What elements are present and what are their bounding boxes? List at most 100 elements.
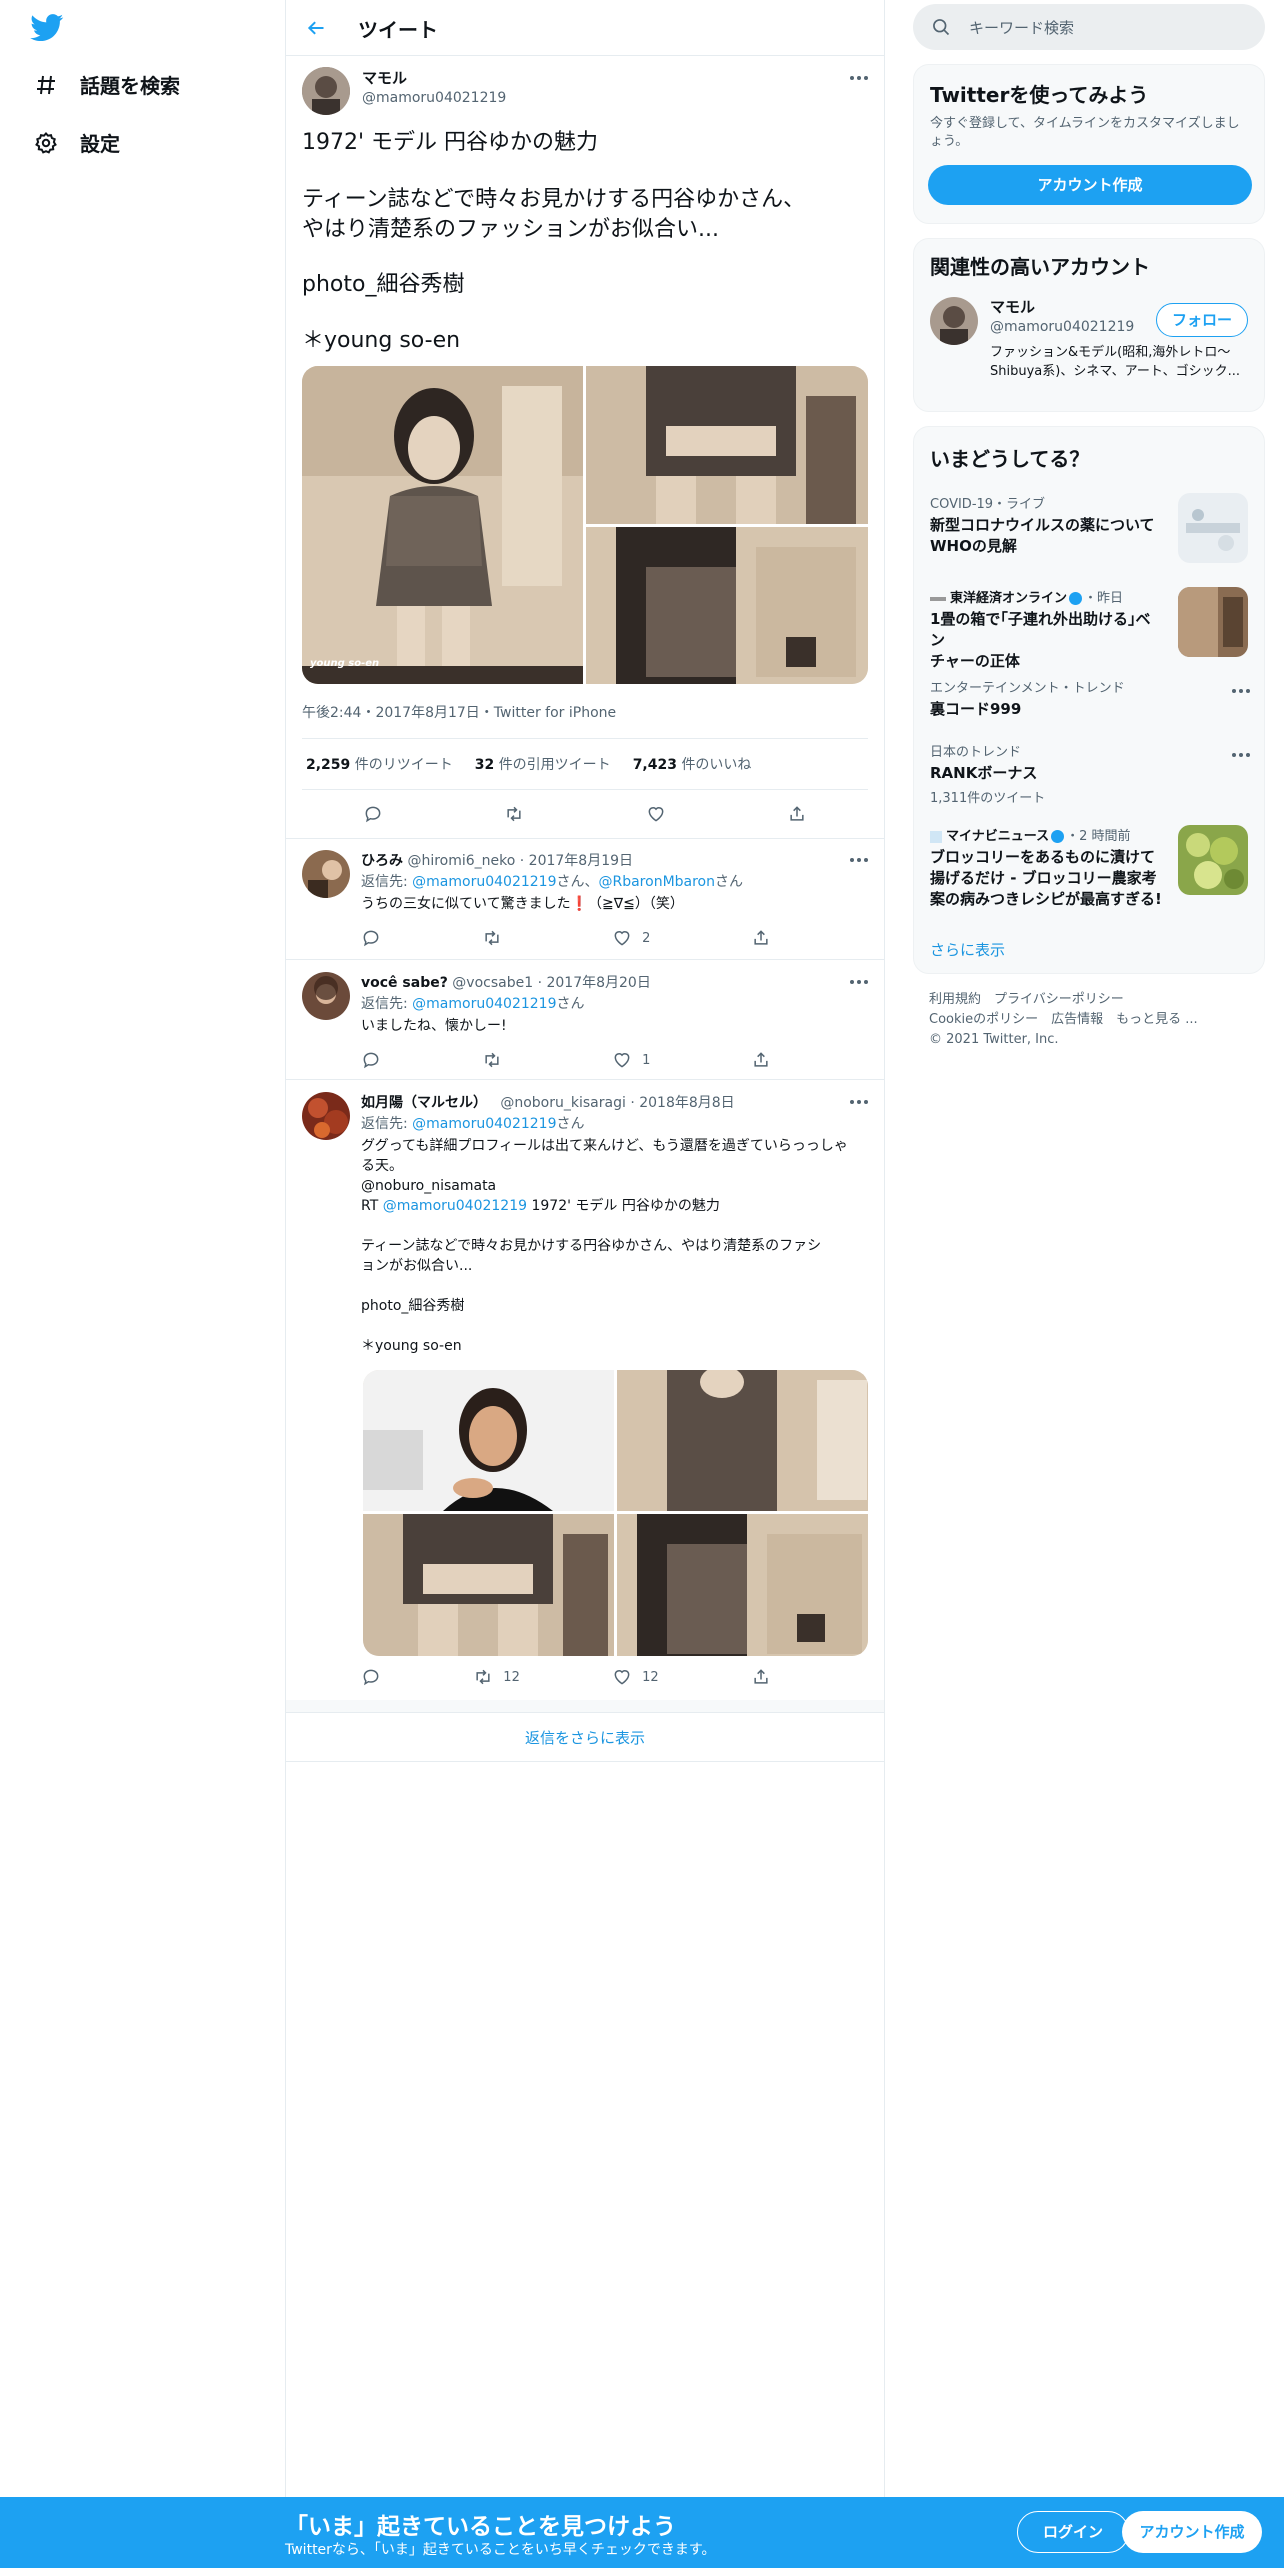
trend-4-context: 日本のトレンド	[930, 745, 1022, 760]
likes-stat[interactable]: 7,423 件のいいね	[633, 754, 752, 774]
relevant-user[interactable]: マモル @mamoru04021219	[990, 297, 1134, 337]
trend-3[interactable]: エンターテインメント・トレンド 裏コード999	[930, 677, 1250, 720]
signup-card: Twitterを使ってみよう 今すぐ登録して、タイムラインをカスタマイズしましょ…	[913, 64, 1265, 224]
login-button[interactable]: ログイン	[1017, 2511, 1129, 2553]
trend-4-count: 1,311件のツイート	[930, 791, 1046, 806]
relevant-bio: ファッション&モデル(昭和,海外レトロ〜Shibuya系)、シネマ、アート、ゴシ…	[990, 345, 1241, 379]
reply-2-mention[interactable]: @mamoru04021219	[412, 996, 556, 1012]
reply-icon	[363, 1669, 379, 1686]
reply-1-more-icon[interactable]	[848, 856, 870, 864]
reply-1-like-button[interactable]: 2	[612, 928, 650, 948]
reply-3[interactable]: 如月陽（マルセル） @noboru_kisaragi · 2018年8月8日 返…	[286, 1080, 884, 1700]
trend-2-thumbnail[interactable]	[1178, 587, 1248, 657]
reply-2-avatar[interactable]	[302, 972, 350, 1020]
show-more-replies-button[interactable]: 返信をさらに表示	[286, 1712, 884, 1762]
reply-1-retweet-button[interactable]	[482, 928, 512, 948]
reply-3-mention[interactable]: @mamoru04021219	[412, 1116, 556, 1132]
reply-2-more-icon[interactable]	[848, 978, 870, 986]
banner-subtitle: Twitterなら、「いま」起きていることをいち早くチェックできます。	[285, 2542, 716, 2558]
reply-2-suffix: さん	[556, 996, 585, 1012]
reply-3-retweet-button[interactable]: 12	[473, 1667, 520, 1687]
reply-2-prefix: 返信先:	[361, 996, 413, 1012]
reply-3-rt-prefix: RT	[361, 1198, 383, 1214]
trend-5-thumbnail[interactable]	[1178, 825, 1248, 895]
reply-2-like-button[interactable]: 1	[612, 1050, 650, 1070]
reply-3-actions: 12 12	[361, 1665, 851, 1689]
nav-explore-label: 話題を検索	[80, 74, 180, 98]
reply-1-share-button[interactable]	[751, 928, 771, 948]
share-button[interactable]	[787, 804, 807, 824]
search-bar[interactable]: キーワード検索	[913, 4, 1265, 50]
reply-3-photo-3[interactable]	[363, 1514, 614, 1656]
quotes-stat[interactable]: 32 件の引用ツイート	[475, 754, 611, 774]
tweet-photo-1[interactable]: young so-en	[302, 366, 583, 684]
tweet-timestamp[interactable]: 午後2:44・2017年8月17日・Twitter for iPhone	[302, 702, 616, 722]
trend-3-more-icon[interactable]	[1230, 687, 1252, 695]
trend-4-more-icon[interactable]	[1230, 751, 1252, 759]
author-block[interactable]: マモル @mamoru04021219	[362, 68, 506, 108]
tweet-photo-2[interactable]	[586, 366, 868, 524]
reply-3-like-button[interactable]: 12	[612, 1667, 659, 1687]
banner-signup-button[interactable]: アカウント作成	[1122, 2511, 1262, 2553]
nav-settings[interactable]: 設定	[34, 128, 120, 157]
retweets-stat[interactable]: 2,259 件のリツイート	[306, 754, 453, 774]
follow-button[interactable]: フォロー	[1156, 303, 1248, 337]
twitter-logo-icon[interactable]	[30, 14, 64, 42]
reply-3-reply-button[interactable]	[361, 1667, 381, 1687]
reply-3-rt-mention[interactable]: @mamoru04021219	[383, 1198, 527, 1214]
signup-card-button[interactable]: アカウント作成	[928, 165, 1252, 205]
author-avatar[interactable]	[302, 67, 350, 115]
reply-2[interactable]: você sabe? @vocsabe1 · 2017年8月20日 返信先: @…	[286, 960, 884, 1080]
author-name: マモル	[362, 69, 408, 87]
trend-4[interactable]: 日本のトレンド RANKボーナス 1,311件のツイート	[930, 741, 1250, 806]
reply-3-text-5: ＊young so-en	[361, 1338, 462, 1354]
verified-icon	[1051, 830, 1065, 843]
back-arrow-icon[interactable]	[306, 18, 326, 38]
banner-title: 「いま」起きていることを見つけよう	[285, 2514, 676, 2540]
tweet-photo-3[interactable]	[586, 527, 868, 684]
retweet-button[interactable]	[504, 804, 524, 824]
reply-3-share-button[interactable]	[751, 1667, 771, 1687]
reply-1-reply-button[interactable]	[361, 928, 381, 948]
reply-3-date: · 2018年8月8日	[630, 1095, 735, 1111]
reply-1-suffix: さん	[715, 874, 743, 890]
reply-3-photo-2[interactable]	[617, 1370, 868, 1511]
trend-1-thumbnail[interactable]	[1178, 493, 1248, 563]
quotes-label: 件の引用ツイート	[498, 757, 611, 773]
reply-2-share-button[interactable]	[751, 1050, 771, 1070]
reply-3-like-count: 12	[642, 1669, 659, 1685]
more-icon[interactable]	[848, 74, 870, 82]
footer-line-1[interactable]: 利用規約 プライバシーポリシー	[929, 990, 1124, 1010]
reply-button[interactable]	[363, 804, 383, 824]
reply-1-mention-2[interactable]: @RbaronMbaron	[598, 874, 715, 890]
bottom-banner: 「いま」起きていることを見つけよう Twitterなら、「いま」起きていることを…	[0, 2497, 1284, 2568]
like-button[interactable]	[646, 804, 666, 824]
reply-2-name: você sabe?	[361, 975, 448, 991]
reply-icon	[363, 1052, 379, 1069]
page: 話題を検索 設定 ツイート マモル @mamoru04021219 1972' …	[0, 0, 1284, 2568]
reply-3-photo-4[interactable]	[617, 1514, 868, 1656]
reply-2-date: · 2017年8月20日	[537, 975, 651, 991]
reply-1-text: うちの三女に似ていて驚きました❗️（≧∇≦）（笑）	[361, 896, 684, 912]
trends-show-more[interactable]: さらに表示	[930, 939, 1005, 960]
reply-1[interactable]: ひろみ @hiromi6_neko · 2017年8月19日 返信先: @mam…	[286, 838, 884, 960]
reply-3-avatar[interactable]	[302, 1092, 350, 1140]
reply-3-more-icon[interactable]	[848, 1098, 870, 1106]
reply-3-text-1: ググっても詳細プロフィールは出て来んけど、もう還暦を過ぎていらっっしゃる天。	[361, 1138, 848, 1174]
reply-1-mention-1[interactable]: @mamoru04021219	[412, 874, 556, 890]
reply-2-reply-button[interactable]	[361, 1050, 381, 1070]
reply-3-text-4: photo_細谷秀樹	[361, 1298, 465, 1314]
reply-1-avatar[interactable]	[302, 850, 350, 898]
heart-icon	[648, 807, 664, 822]
reply-3-photo-1[interactable]	[363, 1370, 614, 1511]
relevant-name: マモル	[990, 298, 1036, 316]
footer-line-2[interactable]: Cookieのポリシー 広告情報 もっと見る ...	[929, 1010, 1198, 1030]
trend-5-source: マイナビニュース	[946, 829, 1050, 844]
nav-explore[interactable]: 話題を検索	[34, 70, 180, 99]
relevant-avatar[interactable]	[930, 297, 978, 345]
reply-1-handle: @hiromi6_neko	[407, 853, 516, 869]
tweet-stats: 2,259 件のリツイート 32 件の引用ツイート 7,423 件のいいね	[302, 738, 868, 790]
reply-1-prefix: 返信先:	[361, 874, 413, 890]
reply-2-retweet-button[interactable]	[482, 1050, 512, 1070]
trend-3-context: エンターテインメント・トレンド	[930, 681, 1125, 696]
